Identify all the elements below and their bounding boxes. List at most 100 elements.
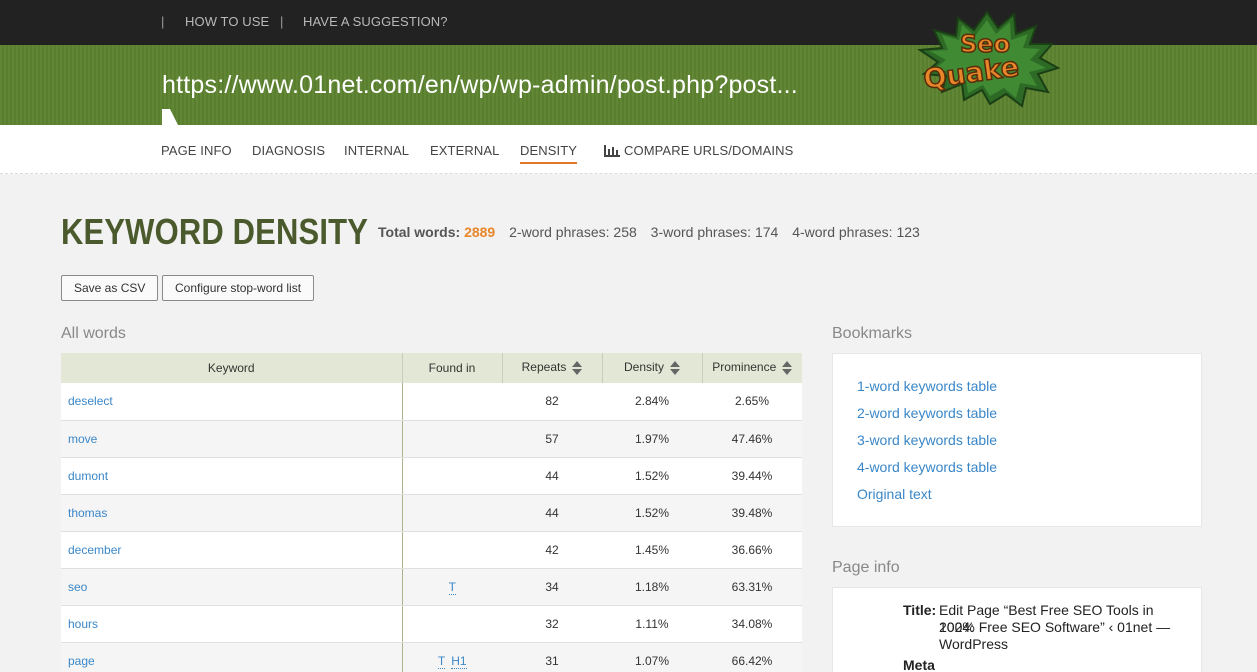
sort-icon[interactable] <box>670 360 680 376</box>
four-word-value: 123 <box>896 224 920 240</box>
found-in-tag[interactable]: T <box>448 579 456 595</box>
col-keyword-label: Keyword <box>207 361 255 375</box>
keyword-link[interactable]: move <box>61 420 402 458</box>
tab-external[interactable]: EXTERNAL <box>430 143 499 158</box>
density-cell: 1.07% <box>602 642 702 672</box>
separator: | <box>161 14 165 29</box>
col-density[interactable]: Density <box>602 353 703 383</box>
repeats-cell: 31 <box>502 642 602 672</box>
keyword-table-body: deselect 82 2.84% 2.65% move 57 1.97% 47.46% dum… <box>61 383 802 672</box>
keyword-link[interactable]: page <box>61 642 402 672</box>
table-row: move 57 1.97% 47.46% <box>61 420 802 458</box>
density-cell: 1.45% <box>602 531 702 569</box>
prominence-cell: 36.66% <box>702 531 802 569</box>
title-label: Title: <box>903 602 937 618</box>
tab-internal[interactable]: INTERNAL <box>344 143 409 158</box>
bookmarks-panel: 1-word keywords table 2-word keywords ta… <box>832 353 1202 527</box>
repeats-cell: 44 <box>502 457 602 495</box>
keyword-link[interactable]: dumont <box>61 457 402 495</box>
col-found-in-label: Found in <box>428 361 476 375</box>
density-cell: 1.18% <box>602 568 702 606</box>
found-in-cell <box>401 494 502 532</box>
bookmark-4-word[interactable]: 4-word keywords table <box>857 459 997 475</box>
prominence-cell: 66.42% <box>702 642 802 672</box>
configure-stopwords-button[interactable]: Configure stop-word list <box>162 275 315 301</box>
density-cell: 1.52% <box>602 457 702 495</box>
pointer-arrow <box>162 109 178 125</box>
keyword-link[interactable]: hours <box>61 605 402 643</box>
density-cell: 1.97% <box>602 420 702 458</box>
two-word-value: 258 <box>613 224 637 240</box>
prominence-cell: 39.44% <box>702 457 802 495</box>
url-band: https://www.01net.com/en/wp/wp-admin/pos… <box>0 45 1257 125</box>
page-title: KEYWORD DENSITY <box>61 211 369 252</box>
top-bar: | HOW TO USE | HAVE A SUGGESTION? <box>0 0 1257 45</box>
table-row: seo T 34 1.18% 63.31% <box>61 568 802 606</box>
col-density-label: Density <box>623 360 664 375</box>
sort-icon[interactable] <box>572 360 583 376</box>
three-word-label: 3-word phrases: <box>650 224 752 240</box>
col-prominence[interactable]: Prominence <box>702 353 802 383</box>
bookmark-1-word[interactable]: 1-word keywords table <box>857 378 997 394</box>
col-found-in: Found in <box>402 353 503 383</box>
col-keyword[interactable]: Keyword <box>61 353 403 383</box>
prominence-cell: 34.08% <box>702 605 802 643</box>
table-row: hours 32 1.11% 34.08% <box>61 605 802 643</box>
prominence-cell: 63.31% <box>702 568 802 606</box>
three-word-value: 174 <box>754 224 779 240</box>
prominence-cell: 47.46% <box>702 420 802 458</box>
found-in-tag[interactable]: H1 <box>451 653 467 669</box>
page-info-title: Page info <box>832 559 900 576</box>
found-in-cell <box>401 457 502 495</box>
keyword-link[interactable]: deselect <box>61 383 402 421</box>
main-nav: PAGE INFO DIAGNOSIS INTERNAL EXTERNAL DE… <box>0 125 1257 174</box>
save-csv-button[interactable]: Save as CSV <box>61 275 159 301</box>
all-words-title: All words <box>61 325 126 342</box>
word-stats: Total words: 2889 2-word phrases: 258 3-… <box>378 224 920 240</box>
bar-chart-icon <box>604 145 620 157</box>
prominence-cell: 2.65% <box>702 383 802 421</box>
repeats-cell: 32 <box>502 605 602 643</box>
keyword-link[interactable]: seo <box>61 568 402 606</box>
bookmark-2-word[interactable]: 2-word keywords table <box>857 405 997 421</box>
repeats-cell: 82 <box>502 383 602 421</box>
tab-density[interactable]: DENSITY <box>520 143 578 164</box>
page-url: https://www.01net.com/en/wp/wp-admin/pos… <box>162 71 798 99</box>
page-info-panel: Title: Edit Page “Best Free SEO Tools in… <box>832 587 1202 672</box>
keyword-link[interactable]: thomas <box>61 494 402 532</box>
found-in-cell: T <box>401 568 502 606</box>
tab-page-info[interactable]: PAGE INFO <box>161 143 232 158</box>
table-row: thomas 44 1.52% 39.48% <box>61 494 802 532</box>
table-row: deselect 82 2.84% 2.65% <box>61 383 802 421</box>
repeats-cell: 34 <box>502 568 602 606</box>
repeats-cell: 42 <box>502 531 602 569</box>
sort-icon[interactable] <box>782 360 793 376</box>
density-cell: 1.11% <box>602 605 702 643</box>
col-prominence-label: Prominence <box>712 360 777 375</box>
title-line-2: 100% Free SEO Software” ‹ 01net — <box>939 619 1171 635</box>
two-word-label: 2-word phrases: <box>509 224 610 240</box>
found-in-cell: T H1 <box>401 642 502 672</box>
how-to-use-link[interactable]: HOW TO USE <box>185 14 269 29</box>
bookmark-3-word[interactable]: 3-word keywords table <box>857 432 997 448</box>
suggestion-link[interactable]: HAVE A SUGGESTION? <box>303 14 448 29</box>
seoquake-logo[interactable]: Seo Quake <box>912 8 1062 108</box>
separator: | <box>280 14 284 29</box>
found-in-cell <box>401 531 502 569</box>
found-in-cell <box>401 605 502 643</box>
col-repeats[interactable]: Repeats <box>502 353 603 383</box>
prominence-cell: 39.48% <box>702 494 802 532</box>
repeats-cell: 44 <box>502 494 602 532</box>
bookmark-original-text[interactable]: Original text <box>857 486 932 502</box>
tab-diagnosis[interactable]: DIAGNOSIS <box>252 143 325 158</box>
found-in-tag[interactable]: T <box>437 653 446 669</box>
meta-label: Meta <box>903 657 935 672</box>
density-cell: 2.84% <box>602 383 702 421</box>
bookmarks-title: Bookmarks <box>832 325 913 342</box>
tab-compare-urls[interactable]: COMPARE URLS/DOMAINS <box>624 143 793 158</box>
title-line-3: WordPress <box>939 636 1008 652</box>
table-row: page T H1 31 1.07% 66.42% <box>61 642 802 672</box>
col-repeats-label: Repeats <box>521 360 567 375</box>
keyword-link[interactable]: december <box>61 531 402 569</box>
keyword-table: Keyword Found in Repeats Density Promine… <box>61 353 802 672</box>
